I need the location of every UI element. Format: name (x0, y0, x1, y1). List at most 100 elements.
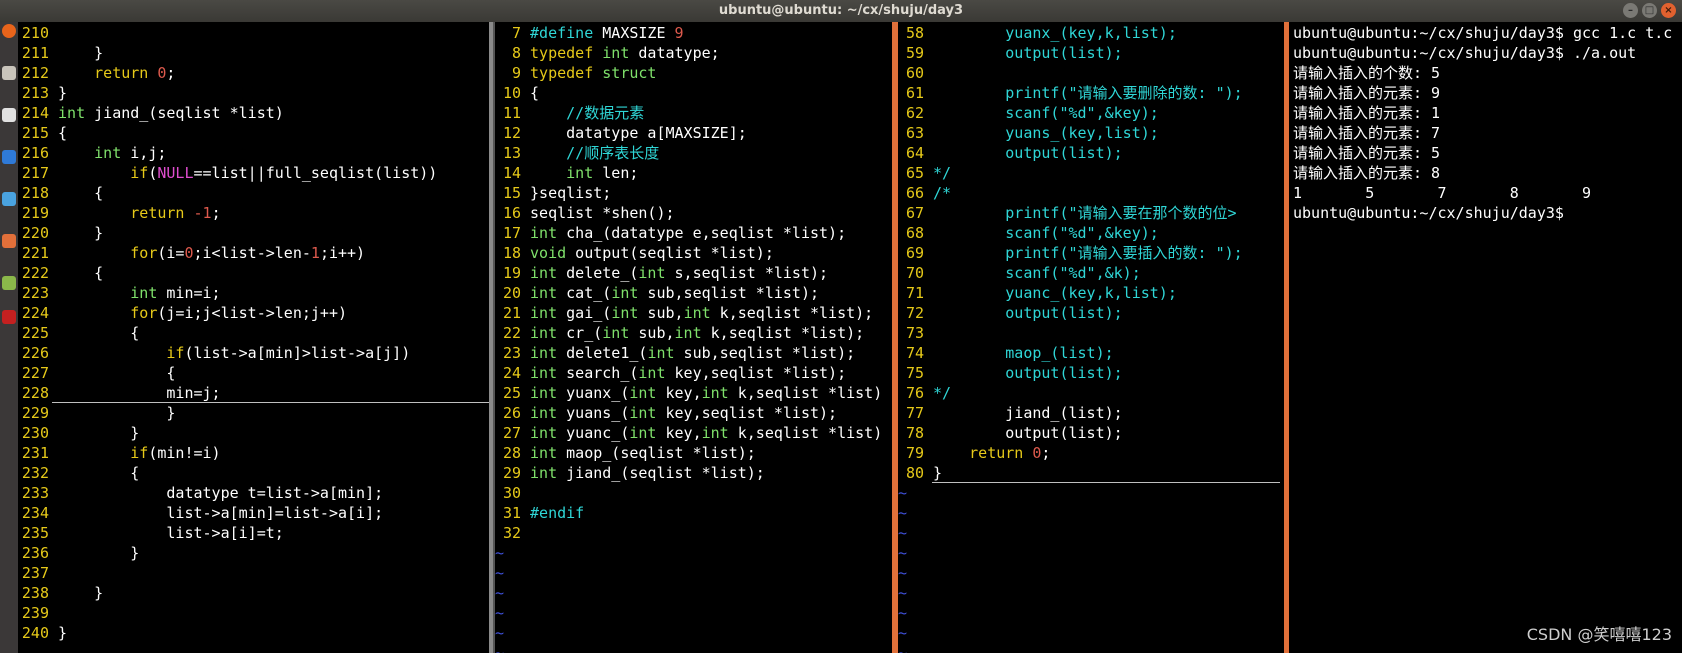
code-text: seqlist *shen(); (521, 204, 675, 222)
line-number: 74 (905, 344, 924, 362)
line-number: 24 (502, 364, 521, 382)
code-text: int search_(int key,seqlist *list); (521, 364, 846, 382)
line-number: 219 (21, 204, 49, 222)
terminal-pane[interactable]: ubuntu@ubuntu:~/cx/shuju/day3$ gcc 1.c t… (1289, 22, 1682, 653)
files-icon[interactable] (2, 66, 16, 80)
line-number: 30 (502, 484, 521, 502)
line-number: 25 (502, 384, 521, 402)
code-text: yuans_(key,list); (924, 124, 1159, 142)
code-line: 237 (18, 563, 58, 583)
empty-line-marker: ~ (898, 604, 908, 622)
impress-icon[interactable] (2, 192, 16, 206)
code-token: { (58, 184, 104, 202)
terminal-icon[interactable] (2, 310, 16, 324)
terminal-line: 请输入插入的元素: 8 (1293, 164, 1441, 182)
window-titlebar[interactable]: ubuntu@ubuntu: ~/cx/shuju/day3 – □ × (0, 0, 1682, 22)
code-text: int len; (521, 164, 638, 182)
line-number: 58 (905, 24, 924, 42)
maximize-button[interactable]: □ (1642, 3, 1657, 18)
code-token: int (647, 344, 675, 362)
code-token: int (530, 364, 558, 382)
vim-pane-1[interactable]: 210 211 } 212 return 0; 213 } 214 int jiand… (18, 22, 489, 653)
code-token: if (130, 444, 149, 462)
code-text: } (49, 424, 139, 442)
code-token: } (58, 404, 176, 422)
line-number: 16 (502, 204, 521, 222)
code-text: { (49, 184, 103, 202)
code-token: for (130, 304, 158, 322)
code-token: yuanx_( (557, 384, 630, 402)
code-line: 80 } (898, 463, 942, 483)
code-line: 222 { (18, 263, 103, 283)
code-token: int (530, 264, 558, 282)
text-editor-icon[interactable] (2, 108, 16, 122)
line-number: 72 (905, 304, 924, 322)
firefox-icon[interactable] (2, 24, 16, 38)
line-number: 32 (502, 524, 521, 542)
code-text: return 0; (924, 444, 1050, 462)
code-token: } (58, 44, 104, 62)
line-number: 225 (21, 324, 49, 342)
code-text: } (49, 584, 103, 602)
empty-line-marker: ~ (898, 644, 908, 653)
line-number: 8 (511, 44, 521, 62)
line-number: 59 (905, 44, 924, 62)
line-number: 211 (21, 44, 49, 62)
window-title: ubuntu@ubuntu: ~/cx/shuju/day3 (718, 3, 964, 18)
empty-line-marker: ~ (898, 484, 908, 502)
line-number: 63 (905, 124, 924, 142)
terminal-line: 请输入插入的元素: 5 (1293, 144, 1441, 162)
close-button[interactable]: × (1661, 3, 1676, 18)
code-text: int jiand_(seqlist *list); (521, 464, 765, 482)
empty-line-marker: ~ (898, 624, 908, 642)
code-line: 218 { (18, 183, 103, 203)
code-line: 210 (18, 23, 58, 43)
code-token: int (629, 424, 657, 442)
code-text: jiand_(list); (924, 404, 1122, 422)
code-token: return (94, 64, 149, 82)
minimize-button[interactable]: – (1623, 3, 1638, 18)
line-number: 23 (502, 344, 521, 362)
empty-line-marker: ~ (495, 584, 505, 602)
code-text: int min=i; (49, 284, 220, 302)
code-text: yuanc_(key,k,list); (924, 284, 1177, 302)
vim-pane-2[interactable]: 7 #define MAXSIZE 98 typedef int datatyp… (495, 22, 892, 653)
launcher-sidebar (0, 22, 18, 653)
line-number: 76 (905, 384, 924, 402)
settings-icon[interactable] (2, 276, 16, 290)
code-token: maop_(seqlist *list); (557, 444, 756, 462)
code-text: //顺序表长度 (521, 144, 659, 162)
code-token: (list->a[min]>list->a[j]) (184, 344, 411, 362)
code-text: int cr_(int sub,int k,seqlist *list); (521, 324, 864, 342)
code-line: 78 output(list); (898, 423, 1123, 443)
code-line: 232 { (18, 463, 139, 483)
code-line: 14 int len; (495, 163, 638, 183)
line-number: 213 (21, 84, 49, 102)
code-token: list->a[min]=list->a[i]; (58, 504, 384, 522)
code-line: 25 int yuanx_(int key,int k,seqlist *lis… (495, 383, 882, 403)
vim-pane-3[interactable]: 58 yuanx_(key,k,list); 59 output(list); 60… (898, 22, 1284, 653)
code-text: } (49, 544, 139, 562)
code-text: if(NULL==list||full_seqlist(list)) (49, 164, 437, 182)
code-token: int (683, 304, 711, 322)
code-token: int (638, 264, 666, 282)
code-token: int (94, 144, 122, 162)
line-number: 14 (502, 164, 521, 182)
code-token: 9 (674, 24, 684, 42)
empty-line-marker: ~ (898, 504, 908, 522)
line-number: 224 (21, 304, 49, 322)
code-text: scanf("%d",&key); (924, 104, 1159, 122)
cursor-line (932, 482, 1280, 483)
writer-icon[interactable] (2, 150, 16, 164)
code-text: { (521, 84, 539, 102)
code-line: 31 #endif (495, 503, 584, 523)
code-token: NULL (157, 164, 194, 182)
line-number: 62 (905, 104, 924, 122)
code-text: output(list); (924, 304, 1122, 322)
software-center-icon[interactable] (2, 234, 16, 248)
window-controls: – □ × (1623, 3, 1676, 18)
